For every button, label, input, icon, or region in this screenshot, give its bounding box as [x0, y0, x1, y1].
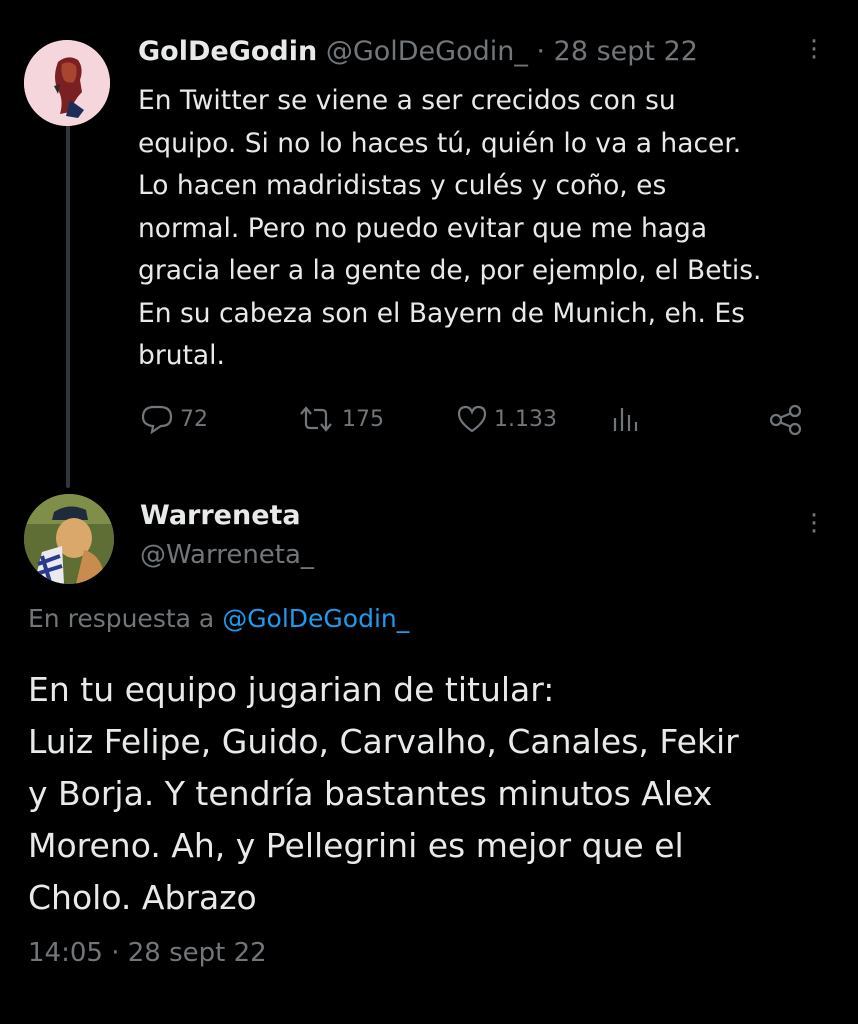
tweet1-line: equipo. Si no lo haces tú, quién lo va a… [138, 127, 742, 159]
reply-button[interactable]: 72 [140, 404, 208, 434]
thread-connector-line [66, 118, 70, 488]
avatar-warreneta[interactable] [24, 494, 114, 584]
tweet1-date[interactable]: 28 sept 22 [554, 36, 698, 67]
analytics-icon [613, 408, 638, 431]
tweet1-more-icon[interactable]: · · · [804, 29, 824, 71]
reply-handle-link[interactable]: @GolDeGodin_ [222, 604, 409, 633]
retweet-button[interactable]: 175 [296, 404, 384, 434]
tweet2-time: 14:05 [28, 938, 103, 968]
tweet2-line: y Borja. Y tendría bastantes minutos Ale… [28, 774, 713, 813]
tweet2-separator: · [111, 938, 120, 968]
tweet1-line: gracia leer a la gente de, por ejemplo, … [138, 255, 762, 286]
like-button[interactable]: 1.133 [456, 404, 557, 434]
like-icon [457, 405, 487, 433]
tweet2-line: Luiz Felipe, Guido, Carvalho, Canales, F… [28, 722, 739, 761]
tweet1-text: En Twitter se viene a ser crecidos con s… [138, 80, 828, 378]
share-icon [769, 404, 802, 436]
tweet2-line: En tu equipo jugarian de titular: [28, 670, 555, 709]
tweet1-line: brutal. [138, 340, 225, 371]
tweet2-date: 28 sept 22 [127, 938, 267, 968]
retweet-icon [300, 406, 332, 432]
avatar-goldegodin[interactable] [24, 40, 110, 126]
tweet1-line: En su cabeza son el Bayern de Munich, eh… [138, 297, 745, 329]
reply-count: 72 [180, 406, 208, 432]
tweet1-display-name[interactable]: GolDeGodin [138, 36, 317, 67]
avatar-illustration [24, 40, 110, 126]
tweet2-display-name[interactable]: Warreneta [140, 500, 301, 531]
tweet2-timestamp[interactable]: 14:05 · 28 sept 22 [28, 938, 267, 968]
share-button[interactable] [768, 404, 804, 436]
like-count: 1.133 [494, 406, 557, 432]
tweet2-line: Moreno. Ah, y Pellegrini es mejor que el [28, 826, 684, 865]
tweet1-separator: · [536, 36, 546, 67]
tweet1-handle[interactable]: @GolDeGodin_ [326, 36, 528, 67]
reply-icon [141, 405, 173, 434]
tweet1-line: En Twitter se viene a ser crecidos con s… [138, 85, 676, 116]
tweet1-line: normal. Pero no puedo evitar que me haga [138, 212, 708, 244]
reply-context: En respuesta a @GolDeGodin_ [28, 604, 409, 633]
avatar-illustration [24, 494, 114, 584]
tweet2-line: Cholo. Abrazo [28, 878, 257, 917]
analytics-button[interactable] [610, 404, 642, 434]
tweet2-handle[interactable]: @Warreneta_ [140, 540, 314, 570]
tweet1-line: Lo hacen madridistas y culés y coño, es [138, 170, 667, 201]
retweet-count: 175 [342, 406, 384, 432]
tweet2-more-icon[interactable]: · · · [804, 503, 824, 545]
tweet2-text: En tu equipo jugarian de titular: Luiz F… [28, 664, 838, 924]
tweet1-header: GolDeGodin @GolDeGodin_ · 28 sept 22 [138, 36, 698, 67]
reply-prefix: En respuesta a [28, 604, 215, 633]
